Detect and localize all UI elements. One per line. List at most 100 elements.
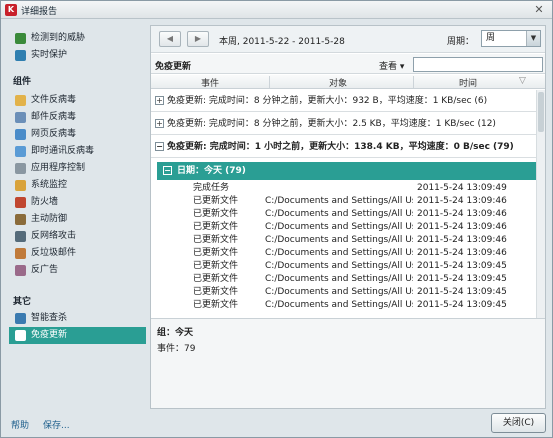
- expand-icon[interactable]: +: [155, 96, 164, 105]
- sidebar-item-label: 应用程序控制: [31, 163, 86, 173]
- table-row[interactable]: 已更新文件 C:/Documents and Settings/All User…: [151, 247, 536, 260]
- cell-object: C:/Documents and Settings/All Users/...: [265, 209, 413, 219]
- cell-object: C:/Documents and Settings/All Users/...: [265, 196, 413, 206]
- list-scrollbar[interactable]: [536, 90, 545, 318]
- sidebar-item-threats[interactable]: 检测到的威胁: [9, 30, 146, 47]
- chat-icon: [15, 146, 26, 157]
- sidebar-item-label: 反网络攻击: [31, 231, 77, 241]
- cell-time: 2011-5-24 13:09:46: [417, 196, 507, 206]
- components-heading: 组件: [13, 77, 32, 87]
- network-icon: [15, 231, 26, 242]
- cell-object: C:/Documents and Settings/All Users/...: [265, 235, 413, 245]
- section-toolbar: 免疫更新 查看 ▾: [151, 54, 545, 74]
- sidebar-item-anti-banner[interactable]: 反广告: [9, 262, 146, 279]
- sidebar-item-proactive[interactable]: 主动防御: [9, 211, 146, 228]
- period-select[interactable]: 周 ▼: [481, 30, 541, 47]
- column-object[interactable]: 对象: [329, 76, 347, 89]
- sidebar-item-im-av[interactable]: 即时通讯反病毒: [9, 143, 146, 160]
- sidebar-item-antispam[interactable]: 反垃圾邮件: [9, 245, 146, 262]
- cell-object: C:/Documents and Settings/All Users/...: [265, 222, 413, 232]
- group-label: 免疫更新: 完成时间：8 分钟之前，更新大小：932 B，平均速度：1 KB/s…: [167, 96, 488, 106]
- cell-object: C:/Documents and Settings/All Users/...: [265, 274, 413, 284]
- help-link[interactable]: 帮助: [11, 418, 29, 431]
- sidebar-item-label: 智能查杀: [31, 313, 68, 323]
- collapse-icon[interactable]: −: [155, 142, 164, 151]
- cell-event: 已更新文件: [193, 209, 239, 219]
- cell-time: 2011-5-24 13:09:46: [417, 248, 507, 258]
- column-header: 事件 对象 时间 ▽: [151, 75, 545, 89]
- scrollbar-thumb[interactable]: [538, 92, 544, 132]
- sidebar: 检测到的威胁 实时保护 组件 文件反病毒 邮件反病毒 网页反病毒 即时通讯反病毒…: [9, 26, 146, 406]
- update-group-row[interactable]: + 免疫更新: 完成时间：8 分钟之前，更新大小：2.5 KB，平均速度：1 K…: [151, 113, 536, 135]
- sidebar-item-realtime[interactable]: 实时保护: [9, 47, 146, 64]
- chevron-down-icon[interactable]: ▼: [526, 31, 540, 46]
- spam-icon: [15, 248, 26, 259]
- expand-icon[interactable]: +: [155, 119, 164, 128]
- sidebar-item-mail-av[interactable]: 邮件反病毒: [9, 109, 146, 126]
- window-title: 详细报告: [21, 7, 58, 17]
- window-close-icon[interactable]: ✕: [532, 3, 546, 17]
- cell-event: 已更新文件: [193, 300, 239, 310]
- details-event-count: 事件：79: [157, 344, 196, 354]
- next-period-button[interactable]: ▶: [187, 31, 209, 47]
- sidebar-item-system-watcher[interactable]: 系统监控: [9, 177, 146, 194]
- sidebar-item-file-av[interactable]: 文件反病毒: [9, 92, 146, 109]
- view-menu-button[interactable]: 查看 ▾: [379, 59, 404, 72]
- sidebar-item-network-attack[interactable]: 反网络攻击: [9, 228, 146, 245]
- cell-time: 2011-5-24 13:09:45: [417, 300, 507, 310]
- report-window: K 详细报告 ✕ 检测到的威胁 实时保护 组件 文件反病毒 邮件反病毒 网页反病…: [0, 0, 553, 438]
- details-group: 组：今天: [157, 328, 194, 338]
- cell-time: 2011-5-24 13:09:46: [417, 209, 507, 219]
- table-row[interactable]: 已更新文件 C:/Documents and Settings/All User…: [151, 273, 536, 286]
- group-label: 免疫更新: 完成时间：8 分钟之前，更新大小：2.5 KB，平均速度：1 KB/…: [167, 119, 496, 129]
- period-label: 周期：: [447, 37, 475, 47]
- date-group-row[interactable]: − 日期：今天 (79): [157, 162, 536, 180]
- collapse-icon[interactable]: −: [163, 166, 172, 175]
- save-link[interactable]: 保存...: [43, 418, 70, 431]
- event-list: + 免疫更新: 完成时间：8 分钟之前，更新大小：932 B，平均速度：1 KB…: [151, 90, 536, 318]
- cell-event: 已更新文件: [193, 287, 239, 297]
- search-input[interactable]: [413, 57, 543, 72]
- sidebar-item-label: 主动防御: [31, 214, 68, 224]
- sidebar-item-smart-scan[interactable]: 智能查杀: [9, 310, 146, 327]
- update-group-row[interactable]: + 免疫更新: 完成时间：8 分钟之前，更新大小：932 B，平均速度：1 KB…: [151, 90, 536, 112]
- column-divider: [413, 76, 414, 88]
- close-button[interactable]: 关闭(C): [491, 413, 546, 433]
- sidebar-item-label: 系统监控: [31, 180, 68, 190]
- table-row[interactable]: 已更新文件 C:/Documents and Settings/All User…: [151, 286, 536, 299]
- sidebar-item-firewall[interactable]: 防火墙: [9, 194, 146, 211]
- sidebar-item-web-av[interactable]: 网页反病毒: [9, 126, 146, 143]
- previous-period-button[interactable]: ◀: [159, 31, 181, 47]
- app-logo-icon: K: [5, 4, 17, 16]
- table-row[interactable]: 已更新文件 C:/Documents and Settings/All User…: [151, 195, 536, 208]
- sidebar-item-label: 检测到的威胁: [31, 33, 86, 43]
- sidebar-item-app-control[interactable]: 应用程序控制: [9, 160, 146, 177]
- period-select-value: 周: [486, 33, 496, 43]
- cell-object: C:/Documents and Settings/All Users/...: [265, 287, 413, 297]
- scan-icon: [15, 313, 26, 324]
- sidebar-item-update[interactable]: 免疫更新: [9, 327, 146, 344]
- section-title: 免疫更新: [155, 62, 192, 72]
- update-group-row[interactable]: − 免疫更新: 完成时间：1 小时之前，更新大小：138.4 KB，平均速度：0…: [151, 136, 536, 158]
- column-event[interactable]: 事件: [201, 76, 219, 89]
- title-bar: K 详细报告 ✕: [1, 1, 552, 19]
- cell-time: 2011-5-24 13:09:45: [417, 274, 507, 284]
- column-time[interactable]: 时间: [459, 76, 477, 89]
- table-row[interactable]: 已更新文件 C:/Documents and Settings/All User…: [151, 299, 536, 312]
- cell-event: 已更新文件: [193, 261, 239, 271]
- column-divider: [269, 76, 270, 88]
- other-heading: 其它: [13, 297, 32, 307]
- cell-time: 2011-5-24 13:09:45: [417, 287, 507, 297]
- sort-icon[interactable]: ▽: [519, 76, 526, 86]
- table-row[interactable]: 已更新文件 C:/Documents and Settings/All User…: [151, 208, 536, 221]
- table-row[interactable]: 已更新文件 C:/Documents and Settings/All User…: [151, 221, 536, 234]
- table-row[interactable]: 已更新文件 C:/Documents and Settings/All User…: [151, 234, 536, 247]
- table-row[interactable]: 完成任务 2011-5-24 13:09:49: [151, 182, 536, 195]
- cell-event: 完成任务: [193, 183, 230, 193]
- sidebar-item-label: 文件反病毒: [31, 95, 77, 105]
- shield-icon: [15, 50, 26, 61]
- table-row[interactable]: 已更新文件 C:/Documents and Settings/All User…: [151, 260, 536, 273]
- sidebar-item-label: 实时保护: [31, 50, 68, 60]
- filter-icon: [15, 163, 26, 174]
- cell-object: C:/Documents and Settings/All Users/...: [265, 261, 413, 271]
